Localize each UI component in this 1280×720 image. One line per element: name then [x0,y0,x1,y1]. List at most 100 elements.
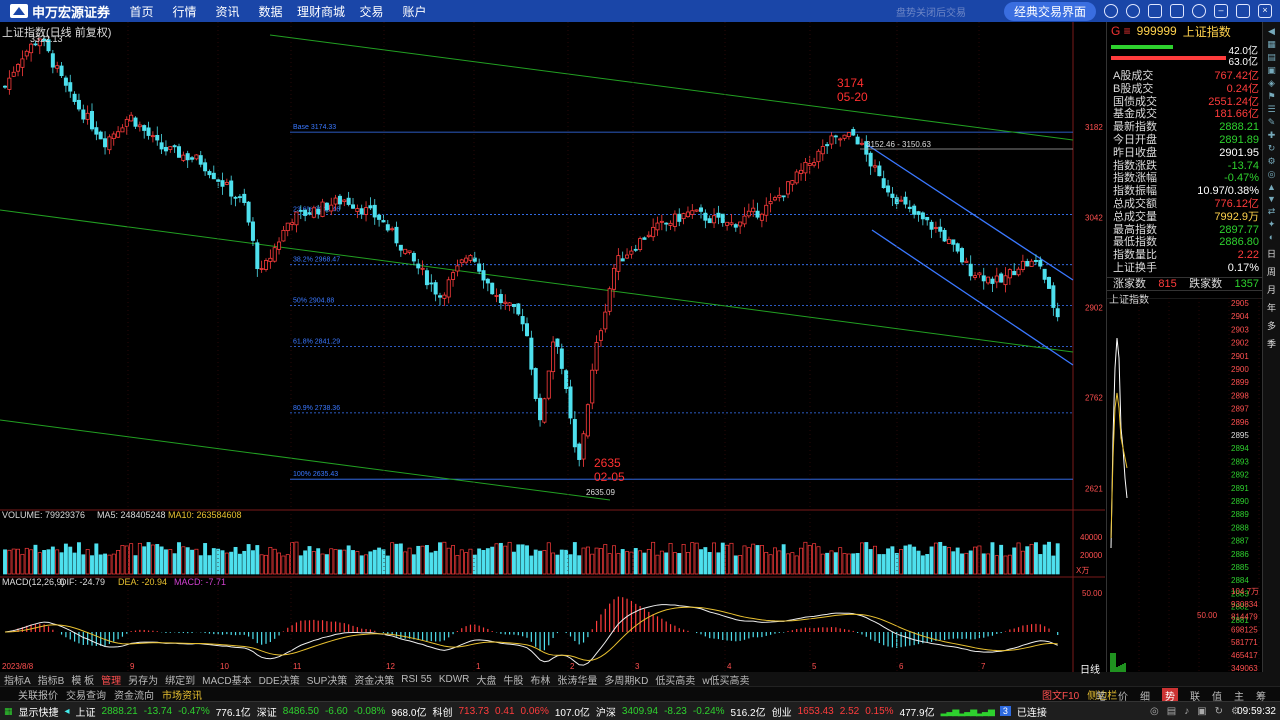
candle-body [298,209,303,212]
tool-icon[interactable]: ↻ [1268,143,1276,154]
tray-bell-icon[interactable]: ♪ [1184,706,1189,717]
classic-trade-button[interactable]: 经典交易界面 [1003,1,1096,21]
menu-home[interactable]: 首页 [120,3,163,20]
indicator-tab[interactable]: 多周期KD [604,672,648,687]
indicator-tab[interactable]: 另存为 [128,672,158,687]
mail-icon[interactable] [1170,4,1184,18]
menu-data[interactable]: 数据 [249,3,292,20]
book-icon[interactable] [1148,4,1162,18]
indicator-tab[interactable]: w低买高卖 [702,672,749,687]
info-tab[interactable]: 关联报价 [18,687,58,702]
period-tab[interactable]: 周 [1267,265,1276,278]
candle-body [960,248,965,263]
indicator-tab[interactable]: SUP决策 [307,672,348,687]
tray-refresh-icon[interactable]: ↻ [1215,706,1223,717]
volume-bar [825,552,830,575]
volume-bar [324,554,329,575]
intraday-mini-chart[interactable]: 2905 2904 2903 2902 2901 2900 2899 2898 2897 2896… [1107,298,1262,678]
tray-lock-icon[interactable]: ▣ [1197,706,1206,717]
indicator-tab[interactable]: 管理 [101,672,121,687]
kline-chart-area[interactable]: Base 3174.3323.6% 3046.4638.2% 2968.4750… [0,22,1105,672]
headset-icon[interactable] [1126,4,1140,18]
quick-display[interactable]: 显示快捷 [19,704,59,719]
grid-icon[interactable]: ▦ [4,706,13,717]
info-tab[interactable]: 资金流向 [114,687,154,702]
close-icon[interactable]: × [1258,4,1272,18]
tool-icon[interactable]: ⚑ [1267,91,1275,102]
restore-icon[interactable] [1236,4,1250,18]
tool-icon[interactable]: ▤ [1267,52,1276,63]
mini-tick: 2885 [1231,563,1249,572]
tool-icon[interactable]: ☰ [1267,104,1275,115]
tool-icon[interactable]: ◀ [1268,26,1275,37]
tool-icon[interactable]: ▦ [1267,39,1276,50]
tool-icon[interactable]: ◎ [1268,169,1276,180]
indicator-tab[interactable]: DDE决策 [259,672,300,687]
info-tab[interactable]: 交易查询 [66,687,106,702]
minimize-icon[interactable]: – [1214,4,1228,18]
indicator-tab[interactable]: KDWR [439,674,470,685]
tool-icon[interactable]: ◈ [1268,78,1275,89]
tool-icon[interactable]: ▼ [1267,194,1276,204]
indicator-tab[interactable]: 低买高卖 [655,672,695,687]
tray-chart-icon[interactable]: ▤ [1167,706,1176,717]
y-tick: 2902 [1085,303,1103,312]
candle-body [285,222,290,232]
tool-icon[interactable]: ▲ [1267,182,1276,192]
indicator-tab[interactable]: 张涛华量 [557,672,597,687]
indicator-tab[interactable]: 指标A [4,672,31,687]
info-tab[interactable]: 市场资讯 [162,687,202,702]
daily-tab[interactable]: 日线 [1080,661,1100,676]
fib-label: 80.9% 2738.36 [293,405,340,412]
volume-bar [659,550,664,575]
indicator-tab[interactable]: MACD基本 [202,672,251,687]
period-tab[interactable]: 多 [1267,319,1276,332]
volume-bar [755,545,760,575]
candle-body [372,204,377,218]
volume-bar [159,546,164,575]
theme-icon[interactable] [1104,4,1118,18]
tool-icon[interactable]: ⚙ [1267,156,1275,167]
bottom-right-link[interactable]: 图文F10 [1042,687,1079,702]
indicator-tab[interactable]: 布林 [530,672,550,687]
hs-label: 沪深 [595,707,616,719]
tool-icon[interactable]: ✦ [1268,219,1276,230]
tool-icon[interactable]: ▣ [1267,65,1276,76]
menu-account[interactable]: 账户 [393,3,436,20]
candle-body [120,127,125,133]
candle-body [237,196,242,199]
indicator-tab[interactable]: 模 板 [71,672,94,687]
candle-body [598,330,603,341]
volume-bar [142,546,147,575]
indicator-tab[interactable]: 指标B [38,672,65,687]
tray-shield-icon[interactable]: ◎ [1150,706,1159,717]
kline-svg[interactable]: Base 3174.3323.6% 3046.4638.2% 2968.4750… [0,22,1105,672]
volume-bar [237,553,242,575]
menu-market[interactable]: 行情 [163,3,206,20]
volume-bar [812,543,817,575]
stat-row: 国债成交 2551.24亿 [1107,96,1262,109]
period-tab[interactable]: 月 [1267,283,1276,296]
indicator-tab[interactable]: 绑定到 [165,672,195,687]
tool-icon[interactable]: ✚ [1268,130,1276,141]
candle-body [890,193,895,198]
indicator-tab[interactable]: 资金决策 [354,672,394,687]
volume-bar [690,542,695,575]
period-tab[interactable]: 年 [1267,301,1276,314]
settings-icon[interactable] [1192,4,1206,18]
tool-icon[interactable]: ⇄ [1268,206,1276,217]
period-tab[interactable]: 季 [1267,337,1276,350]
menu-news[interactable]: 资讯 [206,3,249,20]
period-tab[interactable]: 日 [1267,247,1276,260]
indicator-tab[interactable]: 大盘 [476,672,496,687]
indicator-tab[interactable]: RSI 55 [401,674,432,685]
tool-icon[interactable]: ◐ [1269,232,1274,242]
tool-icon[interactable]: ✎ [1268,117,1276,128]
candle-body [368,205,373,209]
volume-bar [59,552,64,575]
candle-body [907,206,912,209]
indicator-tab[interactable]: 牛股 [503,672,523,687]
menu-wealth-mall[interactable]: 理财商城 [292,3,350,20]
mini-tick: 2884 [1231,576,1249,585]
menu-trade[interactable]: 交易 [350,3,393,20]
